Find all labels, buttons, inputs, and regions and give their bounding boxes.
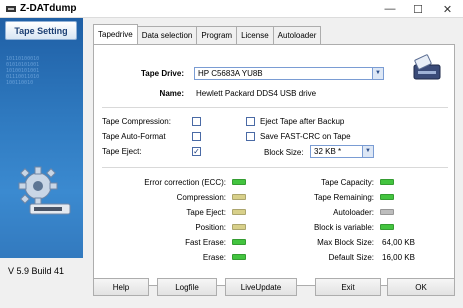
tape-setting-button[interactable]: Tape Setting [5,21,77,40]
default-size-value: 16,00 KB [382,253,415,262]
help-button[interactable]: Help [93,278,149,296]
option-label: Tape Eject: [102,147,142,156]
chevron-down-icon: ▼ [372,68,383,79]
chevron-down-icon: ▼ [362,146,373,157]
window-title: Z-DATdump [20,3,77,14]
block-size-select[interactable]: 32 KB * ▼ [310,145,374,158]
separator [102,167,448,168]
tapedrive-panel: Tape Drive: HP C5683A YU8B ▼ Name: Hewle… [93,44,455,286]
tape-drive-select[interactable]: HP C5683A YU8B ▼ [194,67,384,80]
option-label: Eject Tape after Backup [260,117,345,126]
option-label: Tape Compression: [102,117,171,126]
status-label: Block is variable: [313,223,374,232]
main-content: Tapedrive Data selection Program License… [83,18,463,308]
binary-decoration: 10110100010 01010101001 10100101001 0111… [6,56,40,86]
status-label: Tape Capacity: [321,178,374,187]
tape-eject-indicator [232,209,246,215]
tape-capacity-indicator [380,179,394,185]
option-label: Tape Auto-Format [102,132,166,141]
status-label: Erase: [202,253,226,262]
ecc-indicator [232,179,246,185]
tab-data-selection[interactable]: Data selection [136,26,198,44]
tape-drive-icon [413,54,441,80]
version-label: V 5.9 Build 41 [8,266,65,276]
tape-eject-checkbox[interactable]: ✓ [192,147,201,156]
sidebar-footer: V 5.9 Build 41 [0,258,83,308]
status-label: Max Block Size: [317,238,374,247]
eject-after-backup-checkbox[interactable] [246,117,255,126]
tab-license[interactable]: License [236,26,274,44]
fast-erase-indicator [232,239,246,245]
status-label: Compression: [176,193,226,202]
option-label: Save FAST-CRC on Tape [260,132,351,141]
erase-indicator [232,254,246,260]
tab-tapedrive[interactable]: Tapedrive [93,24,138,44]
title-bar: Z-DATdump — ☐ ✕ [0,0,463,18]
tab-program[interactable]: Program [196,26,238,44]
drive-name-value: Hewlett Packard DDS4 USB drive [196,89,317,98]
gear-icon [18,166,71,215]
status-label: Error correction (ECC): [144,178,226,187]
status-label: Tape Eject: [186,208,226,217]
tape-remaining-indicator [380,194,394,200]
close-button[interactable]: ✕ [432,0,463,18]
minimize-button[interactable]: — [376,0,404,18]
max-block-size-value: 64,00 KB [382,238,415,247]
tape-compression-checkbox[interactable] [192,117,201,126]
block-variable-indicator [380,224,394,230]
autoloader-indicator [380,209,394,215]
liveupdate-button[interactable]: LiveUpdate [225,278,297,296]
tab-bar: Tapedrive Data selection Program License… [93,24,322,44]
save-fast-crc-checkbox[interactable] [246,132,255,141]
logfile-button[interactable]: Logfile [157,278,217,296]
status-label: Autoloader: [333,208,374,217]
separator [102,107,448,108]
ok-button[interactable]: OK [387,278,455,296]
status-label: Fast Erase: [185,238,226,247]
maximize-button[interactable]: ☐ [404,0,432,18]
exit-button[interactable]: Exit [315,278,381,296]
status-label: Position: [195,223,226,232]
tab-autoloader[interactable]: Autoloader [272,26,322,44]
status-label: Default Size: [328,253,374,262]
tape-auto-format-checkbox[interactable] [192,132,201,141]
compression-indicator [232,194,246,200]
block-size-label: Block Size: [264,148,304,157]
app-icon [6,6,16,12]
tape-drive-value: HP C5683A YU8B [198,69,263,78]
position-indicator [232,224,246,230]
tape-drive-label: Tape Drive: [141,69,184,78]
name-label: Name: [159,89,184,98]
status-label: Tape Remaining: [313,193,374,202]
block-size-value: 32 KB * [314,147,342,156]
